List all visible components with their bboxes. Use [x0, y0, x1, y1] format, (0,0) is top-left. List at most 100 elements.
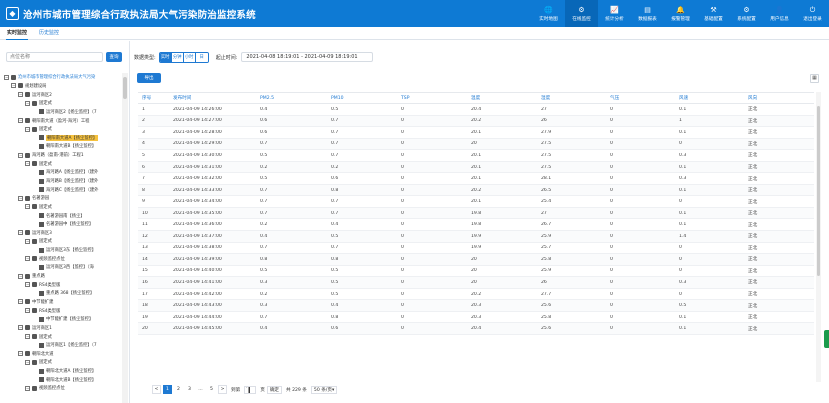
column-header[interactable]: PM2.5 [260, 96, 331, 101]
table-row[interactable]: 4 2021-04-09 14:29:00 0.7 0.7 0 20 27.5 0 0 正北 [138, 138, 814, 151]
collapse-icon[interactable]: − [25, 238, 30, 244]
table-row[interactable]: 1 2021-04-09 14:26:00 0.4 0.5 0 20.4 27 0 0.1 正北 [138, 104, 814, 116]
data-type-option[interactable]: 实时 [159, 52, 172, 62]
prev-page-button[interactable]: < [152, 385, 161, 394]
table-row[interactable]: 9 2021-04-09 14:34:00 0.7 0.7 0 20.1 25.4 0 0 正北 [138, 196, 814, 208]
search-button[interactable]: 查询 [106, 52, 122, 62]
tree-node[interactable]: 朝阳南大道A【扬尘监控】 [4, 133, 122, 142]
tree-node[interactable]: − 规划建设局 [4, 82, 122, 91]
tree-node[interactable]: 运河商区3东【扬尘监控】 [4, 246, 122, 255]
column-header[interactable]: 湿度 [541, 95, 610, 101]
collapse-icon[interactable]: − [25, 100, 30, 106]
column-header[interactable]: TSP [401, 96, 471, 101]
column-header[interactable]: 风速 [679, 95, 748, 101]
collapse-icon[interactable]: − [25, 256, 30, 262]
columns-icon[interactable]: ▦ [810, 74, 819, 83]
collapse-icon[interactable]: − [25, 308, 30, 314]
tree-node[interactable]: − 固定式 [4, 358, 122, 367]
goto-confirm-button[interactable]: 确定 [266, 385, 283, 394]
collapse-icon[interactable]: − [18, 230, 23, 236]
collapse-icon[interactable]: − [25, 359, 30, 365]
tree-node[interactable]: − 固定式 [4, 332, 122, 341]
table-scrollbar[interactable] [816, 92, 821, 382]
tree-node[interactable]: 运河商区2【扬尘监控】（7 [4, 108, 122, 117]
nav-item-8[interactable]: ⏻ 退出登录 [796, 0, 829, 27]
page-button[interactable]: 2 [174, 385, 183, 394]
tree-node[interactable]: − 海河路（盈南-港前）工程1 [4, 151, 122, 160]
table-row[interactable]: 20 2021-04-09 14:45:00 0.4 0.6 0 20.4 25.6 0 0.1… [138, 323, 814, 335]
collapse-icon[interactable]: − [25, 126, 30, 132]
page-button[interactable]: 3 [185, 385, 194, 394]
collapse-icon[interactable]: − [25, 161, 30, 167]
tree-node[interactable]: − 固定式 [4, 203, 122, 212]
table-row[interactable]: 7 2021-04-09 14:32:00 0.5 0.6 0 20.1 28.1 0 0.3 正… [138, 173, 814, 185]
table-row[interactable]: 13 2021-04-09 14:38:00 0.7 0.7 0 19.9 25.7 0 0 正北 [138, 243, 814, 255]
table-row[interactable]: 16 2021-04-09 14:41:00 0.3 0.5 0 20 26 0 0.3 正北 [138, 277, 814, 289]
collapse-icon[interactable]: − [18, 273, 23, 279]
collapse-icon[interactable]: − [18, 92, 23, 98]
export-button[interactable]: 导出 [137, 73, 161, 83]
tree-node[interactable]: 海河路B【扬尘监控】（建外 [4, 177, 122, 186]
data-type-option[interactable]: 分钟 [171, 52, 184, 62]
collapse-icon[interactable]: − [25, 282, 30, 288]
tree-node[interactable]: 海河路C【扬尘监控】（建外 [4, 185, 122, 194]
column-header[interactable]: 序号 [138, 95, 173, 101]
table-row[interactable]: 11 2021-04-09 14:36:00 0.2 0.4 0 19.8 26.7 0 0.1… [138, 219, 814, 232]
search-input[interactable] [6, 52, 103, 62]
nav-item-5[interactable]: ⚒ 基础配置 [697, 0, 730, 27]
page-button[interactable]: ... [196, 385, 205, 394]
nav-item-2[interactable]: 📈 统计分析 [598, 0, 631, 27]
tree-node[interactable]: 运河商区3西【监控】（海 [4, 263, 122, 272]
tree-node[interactable]: − 固定式 [4, 99, 122, 108]
table-row[interactable]: 17 2021-04-09 14:42:00 0.2 0.5 0 20.2 27.7 0 0 正北 [138, 289, 814, 301]
collapse-icon[interactable]: − [18, 195, 23, 201]
data-type-option[interactable]: 日 [195, 52, 208, 62]
tree-node[interactable]: − 沧州市城市管理综合行政执法局大气污染 [4, 73, 122, 82]
table-row[interactable]: 10 2021-04-09 14:35:00 0.7 0.7 0 19.8 27 0 0.1 正北 [138, 207, 814, 220]
tree-node[interactable]: − RS4类型版 [4, 306, 122, 315]
collapse-icon[interactable]: − [25, 204, 30, 210]
tree-node[interactable]: 朝阳北大道B【扬尘监控】 [4, 375, 122, 384]
tree-node[interactable]: − 名著游园 [4, 194, 122, 203]
tree-node[interactable]: − 中节能扩建 [4, 298, 122, 307]
nav-item-3[interactable]: ▤ 数据报表 [631, 0, 664, 27]
collapse-icon[interactable]: − [18, 351, 23, 357]
table-scrollbar-thumb[interactable] [817, 106, 820, 276]
tree-node[interactable]: − 运河商区1 [4, 324, 122, 333]
table-row[interactable]: 18 2021-04-09 14:43:00 0.3 0.4 0 20.3 25.6 0 0.5… [138, 300, 814, 312]
collapse-icon[interactable]: − [25, 334, 30, 340]
nav-item-1[interactable]: ⚙ 在线监控 [565, 0, 598, 27]
tab-realtime[interactable]: 实时监控 [6, 27, 29, 40]
tree-node[interactable]: − RS4类型版 [4, 280, 122, 289]
table-row[interactable]: 5 2021-04-09 14:30:00 0.5 0.7 0 20.1 27.5 0 0.3 正… [138, 150, 814, 162]
nav-item-6[interactable]: ⚙ 系统配置 [730, 0, 763, 27]
tree-node[interactable]: − 重点路 [4, 272, 122, 281]
tree-scrollbar-thumb[interactable] [123, 77, 127, 99]
collapse-icon[interactable]: − [18, 152, 23, 158]
column-header[interactable]: 气压 [610, 95, 679, 101]
tree-node[interactable]: − 视频监控点位 [4, 384, 122, 393]
table-row[interactable]: 14 2021-04-09 14:39:00 0.8 0.8 0 20 25.8 0 0 正北 [138, 254, 814, 266]
nav-item-7[interactable]: 👤 用户信息 [763, 0, 796, 27]
collapse-icon[interactable]: − [11, 83, 16, 89]
page-button[interactable]: 5 [207, 385, 216, 394]
side-float-tab[interactable] [824, 330, 829, 348]
tree-node[interactable]: 重点路 368【扬尘监控】 [4, 289, 122, 298]
data-type-option[interactable]: 小时 [183, 52, 196, 62]
collapse-icon[interactable]: − [18, 299, 23, 305]
collapse-icon[interactable]: − [25, 385, 30, 391]
tree-node[interactable]: − 运河商区3 [4, 229, 122, 238]
table-row[interactable]: 3 2021-04-09 14:28:00 0.6 0.7 0 20.1 27.9 0 0.1 正… [138, 127, 814, 139]
tree-node[interactable]: − 固定式 [4, 125, 122, 134]
tree-node[interactable]: − 朝阳南大道（盈河-海河）工程 [4, 116, 122, 125]
table-row[interactable]: 2 2021-04-09 14:27:00 0.6 0.7 0 20.2 26 0 1 正北 [138, 115, 814, 128]
tree-node[interactable]: 名著游园南【扬尘】 [4, 211, 122, 220]
table-row[interactable]: 8 2021-04-09 14:33:00 0.7 0.8 0 20.2 26.5 0 0.1 正… [138, 184, 814, 197]
tree-scrollbar[interactable] [122, 73, 128, 403]
table-row[interactable]: 19 2021-04-09 14:44:00 0.7 0.8 0 20.3 25.8 0 0.1… [138, 312, 814, 324]
tree-node[interactable]: 中节能扩建【扬尘监控】 [4, 315, 122, 324]
tree-node[interactable]: 名著游园中【扬尘监控】 [4, 220, 122, 229]
tree-node[interactable]: − 朝阳北大道 [4, 350, 122, 359]
column-header[interactable]: PM10 [331, 96, 401, 101]
table-row[interactable]: 15 2021-04-09 14:40:00 0.5 0.5 0 20 25.9 0 0 正北 [138, 266, 814, 278]
